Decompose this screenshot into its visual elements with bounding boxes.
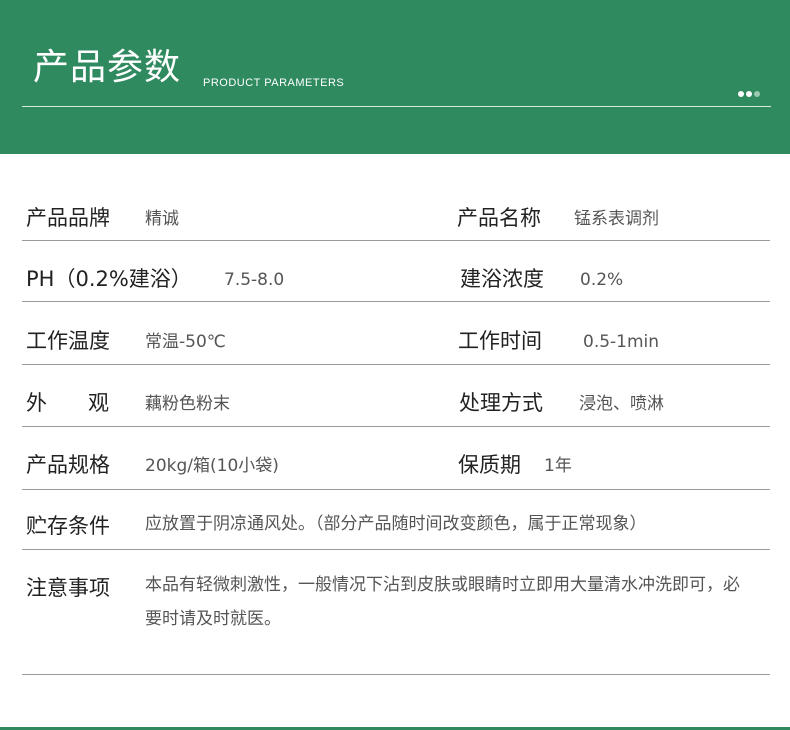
method-label: 处理方式	[459, 391, 543, 415]
row-divider	[22, 240, 770, 241]
brand-label: 产品品牌	[26, 206, 110, 230]
concentration-label: 建浴浓度	[460, 267, 544, 291]
appearance-value: 藕粉色粉末	[145, 394, 230, 414]
product-name-label: 产品名称	[457, 206, 541, 230]
appearance-label: 外 观	[26, 391, 119, 415]
header-divider	[22, 106, 771, 107]
product-name-value: 锰系表调剂	[574, 209, 659, 229]
pager-dot-1	[738, 91, 744, 97]
pager-dot-3	[754, 91, 760, 97]
work-time-label: 工作时间	[458, 329, 542, 353]
shelf-life-value: 1年	[544, 456, 572, 476]
notice-label: 注意事项	[26, 576, 110, 600]
storage-label: 贮存条件	[26, 514, 110, 538]
row-divider	[22, 674, 770, 675]
page-title: 产品参数	[33, 47, 182, 88]
work-temp-label: 工作温度	[26, 329, 110, 353]
spec-label: 产品规格	[26, 453, 110, 477]
row-divider	[22, 301, 770, 302]
brand-value: 精诚	[145, 209, 179, 229]
page-subtitle: PRODUCT PARAMETERS	[203, 77, 345, 89]
work-time-value: 0.5-1min	[583, 332, 660, 352]
method-value: 浸泡、喷淋	[579, 394, 664, 414]
work-temp-value: 常温-50℃	[145, 332, 226, 352]
ph-label: PH（0.2%建浴）	[26, 267, 192, 291]
row-divider	[22, 489, 770, 490]
storage-value: 应放置于阴凉通风处。（部分产品随时间改变颜色，属于正常现象）	[145, 514, 647, 534]
header-banner: 产品参数 PRODUCT PARAMETERS	[0, 0, 790, 154]
concentration-value: 0.2%	[580, 270, 624, 290]
row-divider	[22, 426, 770, 427]
pager-dot-2	[746, 91, 752, 97]
pager-dots	[738, 91, 762, 98]
notice-value: 本品有轻微刺激性，一般情况下沾到皮肤或眼睛时立即用大量清水冲洗即可，必要时请及时…	[145, 575, 740, 629]
shelf-life-label: 保质期	[458, 453, 521, 477]
spec-value: 20kg/箱(10小袋)	[145, 456, 279, 476]
ph-value: 7.5-8.0	[224, 270, 285, 290]
row-divider	[22, 364, 770, 365]
row-divider	[22, 549, 770, 550]
